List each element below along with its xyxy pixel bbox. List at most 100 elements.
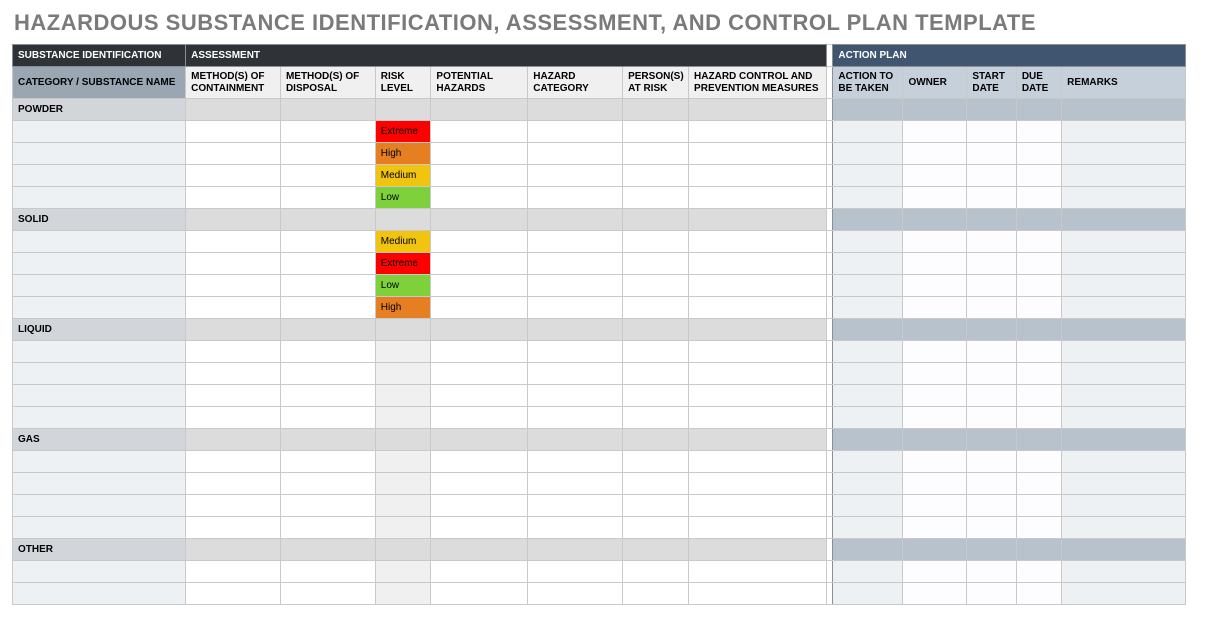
- cell-risk[interactable]: [375, 209, 431, 231]
- cell-risk-level[interactable]: [375, 363, 431, 385]
- cell-start-date[interactable]: [967, 517, 1016, 539]
- cell-containment[interactable]: [186, 385, 281, 407]
- cell-disposal[interactable]: [280, 275, 375, 297]
- cell-due-date[interactable]: [1016, 165, 1061, 187]
- cell-action[interactable]: [833, 187, 903, 209]
- cell[interactable]: [431, 539, 528, 561]
- cell-disposal[interactable]: [280, 297, 375, 319]
- cell[interactable]: [833, 99, 903, 121]
- cell[interactable]: [833, 429, 903, 451]
- cell-hazard-category[interactable]: [528, 495, 623, 517]
- cell[interactable]: [528, 539, 623, 561]
- cell[interactable]: [967, 539, 1016, 561]
- cell-hazard-category[interactable]: [528, 121, 623, 143]
- cell-remarks[interactable]: [1062, 473, 1186, 495]
- cell-persons[interactable]: [623, 121, 689, 143]
- cell-start-date[interactable]: [967, 583, 1016, 605]
- cell-risk-level[interactable]: [375, 495, 431, 517]
- cell-potential[interactable]: [431, 121, 528, 143]
- cell-control[interactable]: [689, 187, 827, 209]
- cell[interactable]: [528, 209, 623, 231]
- cell-risk-level[interactable]: High: [375, 297, 431, 319]
- cell-risk[interactable]: [375, 99, 431, 121]
- cell[interactable]: [903, 429, 967, 451]
- cell-control[interactable]: [689, 583, 827, 605]
- cell-control[interactable]: [689, 253, 827, 275]
- cell-due-date[interactable]: [1016, 363, 1061, 385]
- cell[interactable]: [280, 99, 375, 121]
- cell-potential[interactable]: [431, 341, 528, 363]
- cell-name[interactable]: [13, 583, 186, 605]
- cell-containment[interactable]: [186, 473, 281, 495]
- cell-persons[interactable]: [623, 495, 689, 517]
- cell-action[interactable]: [833, 495, 903, 517]
- cell-potential[interactable]: [431, 363, 528, 385]
- cell-containment[interactable]: [186, 165, 281, 187]
- cell-persons[interactable]: [623, 363, 689, 385]
- cell-action[interactable]: [833, 231, 903, 253]
- cell-potential[interactable]: [431, 451, 528, 473]
- cell-risk-level[interactable]: High: [375, 143, 431, 165]
- cell-containment[interactable]: [186, 451, 281, 473]
- cell-hazard-category[interactable]: [528, 407, 623, 429]
- cell-control[interactable]: [689, 341, 827, 363]
- cell-start-date[interactable]: [967, 341, 1016, 363]
- cell-action[interactable]: [833, 385, 903, 407]
- cell-disposal[interactable]: [280, 121, 375, 143]
- cell-persons[interactable]: [623, 165, 689, 187]
- cell-name[interactable]: [13, 253, 186, 275]
- cell[interactable]: [186, 429, 281, 451]
- cell[interactable]: [1016, 429, 1061, 451]
- cell-containment[interactable]: [186, 253, 281, 275]
- cell-action[interactable]: [833, 473, 903, 495]
- cell-persons[interactable]: [623, 253, 689, 275]
- cell-containment[interactable]: [186, 407, 281, 429]
- cell-due-date[interactable]: [1016, 143, 1061, 165]
- cell-owner[interactable]: [903, 165, 967, 187]
- cell-potential[interactable]: [431, 561, 528, 583]
- cell[interactable]: [1016, 209, 1061, 231]
- cell-hazard-category[interactable]: [528, 583, 623, 605]
- cell-hazard-category[interactable]: [528, 253, 623, 275]
- cell-owner[interactable]: [903, 473, 967, 495]
- cell-disposal[interactable]: [280, 451, 375, 473]
- cell-containment[interactable]: [186, 143, 281, 165]
- cell[interactable]: [623, 429, 689, 451]
- cell-hazard-category[interactable]: [528, 363, 623, 385]
- cell-risk[interactable]: [375, 539, 431, 561]
- cell[interactable]: [833, 539, 903, 561]
- cell-disposal[interactable]: [280, 363, 375, 385]
- cell[interactable]: [623, 209, 689, 231]
- cell-action[interactable]: [833, 165, 903, 187]
- cell-persons[interactable]: [623, 341, 689, 363]
- cell-name[interactable]: [13, 297, 186, 319]
- cell[interactable]: [1062, 209, 1186, 231]
- cell[interactable]: [623, 539, 689, 561]
- cell[interactable]: [689, 99, 827, 121]
- cell-name[interactable]: [13, 121, 186, 143]
- cell-remarks[interactable]: [1062, 143, 1186, 165]
- cell-risk-level[interactable]: Extreme: [375, 253, 431, 275]
- cell-persons[interactable]: [623, 517, 689, 539]
- cell-disposal[interactable]: [280, 231, 375, 253]
- cell[interactable]: [186, 319, 281, 341]
- cell[interactable]: [280, 539, 375, 561]
- cell-potential[interactable]: [431, 165, 528, 187]
- cell-hazard-category[interactable]: [528, 341, 623, 363]
- cell-owner[interactable]: [903, 143, 967, 165]
- cell-due-date[interactable]: [1016, 517, 1061, 539]
- cell-risk-level[interactable]: [375, 517, 431, 539]
- cell-owner[interactable]: [903, 275, 967, 297]
- cell-disposal[interactable]: [280, 495, 375, 517]
- cell-persons[interactable]: [623, 561, 689, 583]
- cell-start-date[interactable]: [967, 165, 1016, 187]
- cell-remarks[interactable]: [1062, 231, 1186, 253]
- cell-due-date[interactable]: [1016, 231, 1061, 253]
- cell-owner[interactable]: [903, 187, 967, 209]
- cell-control[interactable]: [689, 517, 827, 539]
- cell-risk-level[interactable]: Extreme: [375, 121, 431, 143]
- cell-containment[interactable]: [186, 187, 281, 209]
- cell-potential[interactable]: [431, 473, 528, 495]
- cell-owner[interactable]: [903, 253, 967, 275]
- cell-risk-level[interactable]: Medium: [375, 165, 431, 187]
